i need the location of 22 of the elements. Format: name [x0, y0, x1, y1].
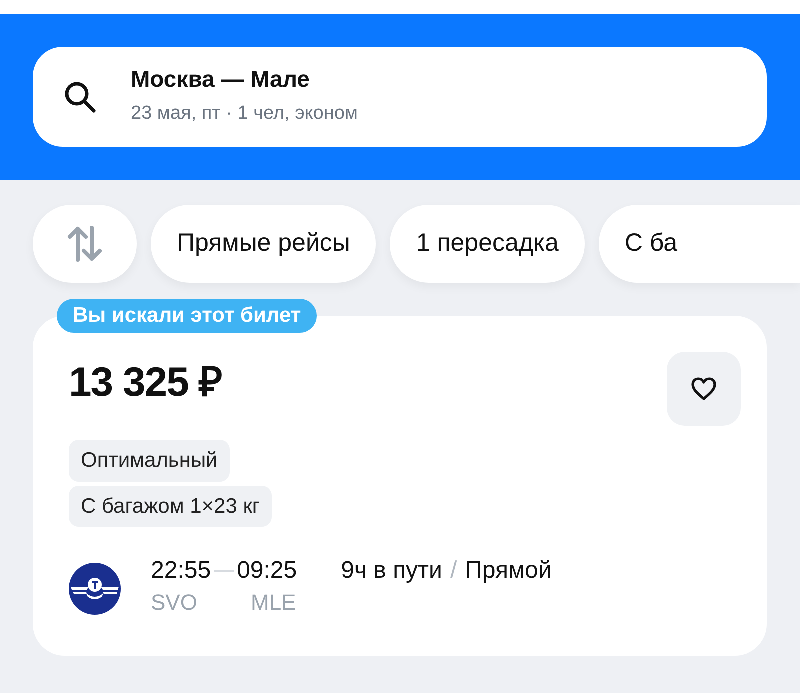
filter-chip[interactable]: Прямые рейсы	[151, 205, 376, 283]
departure-time: 22:55	[151, 557, 212, 586]
filter-chip[interactable]: 1 пересадка	[390, 205, 585, 283]
arrival-time: 09:25	[237, 557, 298, 586]
airline-logo-icon	[69, 563, 121, 615]
flight-type: Прямой	[465, 557, 552, 586]
heart-icon	[690, 376, 718, 402]
arrival-airport: MLE	[251, 588, 296, 617]
ticket-tag: Оптимальный	[69, 440, 230, 482]
flight-duration: 9ч в пути	[341, 557, 442, 586]
search-bar[interactable]: Москва — Мале 23 мая, пт · 1 чел, эконом	[33, 47, 767, 147]
departure-airport: SVO	[151, 588, 198, 617]
sort-arrows-icon	[67, 225, 103, 263]
separator-text: /	[450, 557, 458, 586]
searched-ticket-badge: Вы искали этот билет	[57, 299, 318, 333]
search-details: 23 мая, пт · 1 чел, эконом	[131, 102, 358, 126]
ticket-price: 13 325 ₽	[69, 362, 222, 403]
filter-chip[interactable]: С ба	[598, 205, 800, 283]
route-title: Москва — Мале	[131, 66, 311, 94]
favorite-button[interactable]	[667, 352, 741, 426]
search-icon	[63, 80, 97, 114]
ticket-tag: С багажом 1×23 кг	[69, 486, 272, 527]
